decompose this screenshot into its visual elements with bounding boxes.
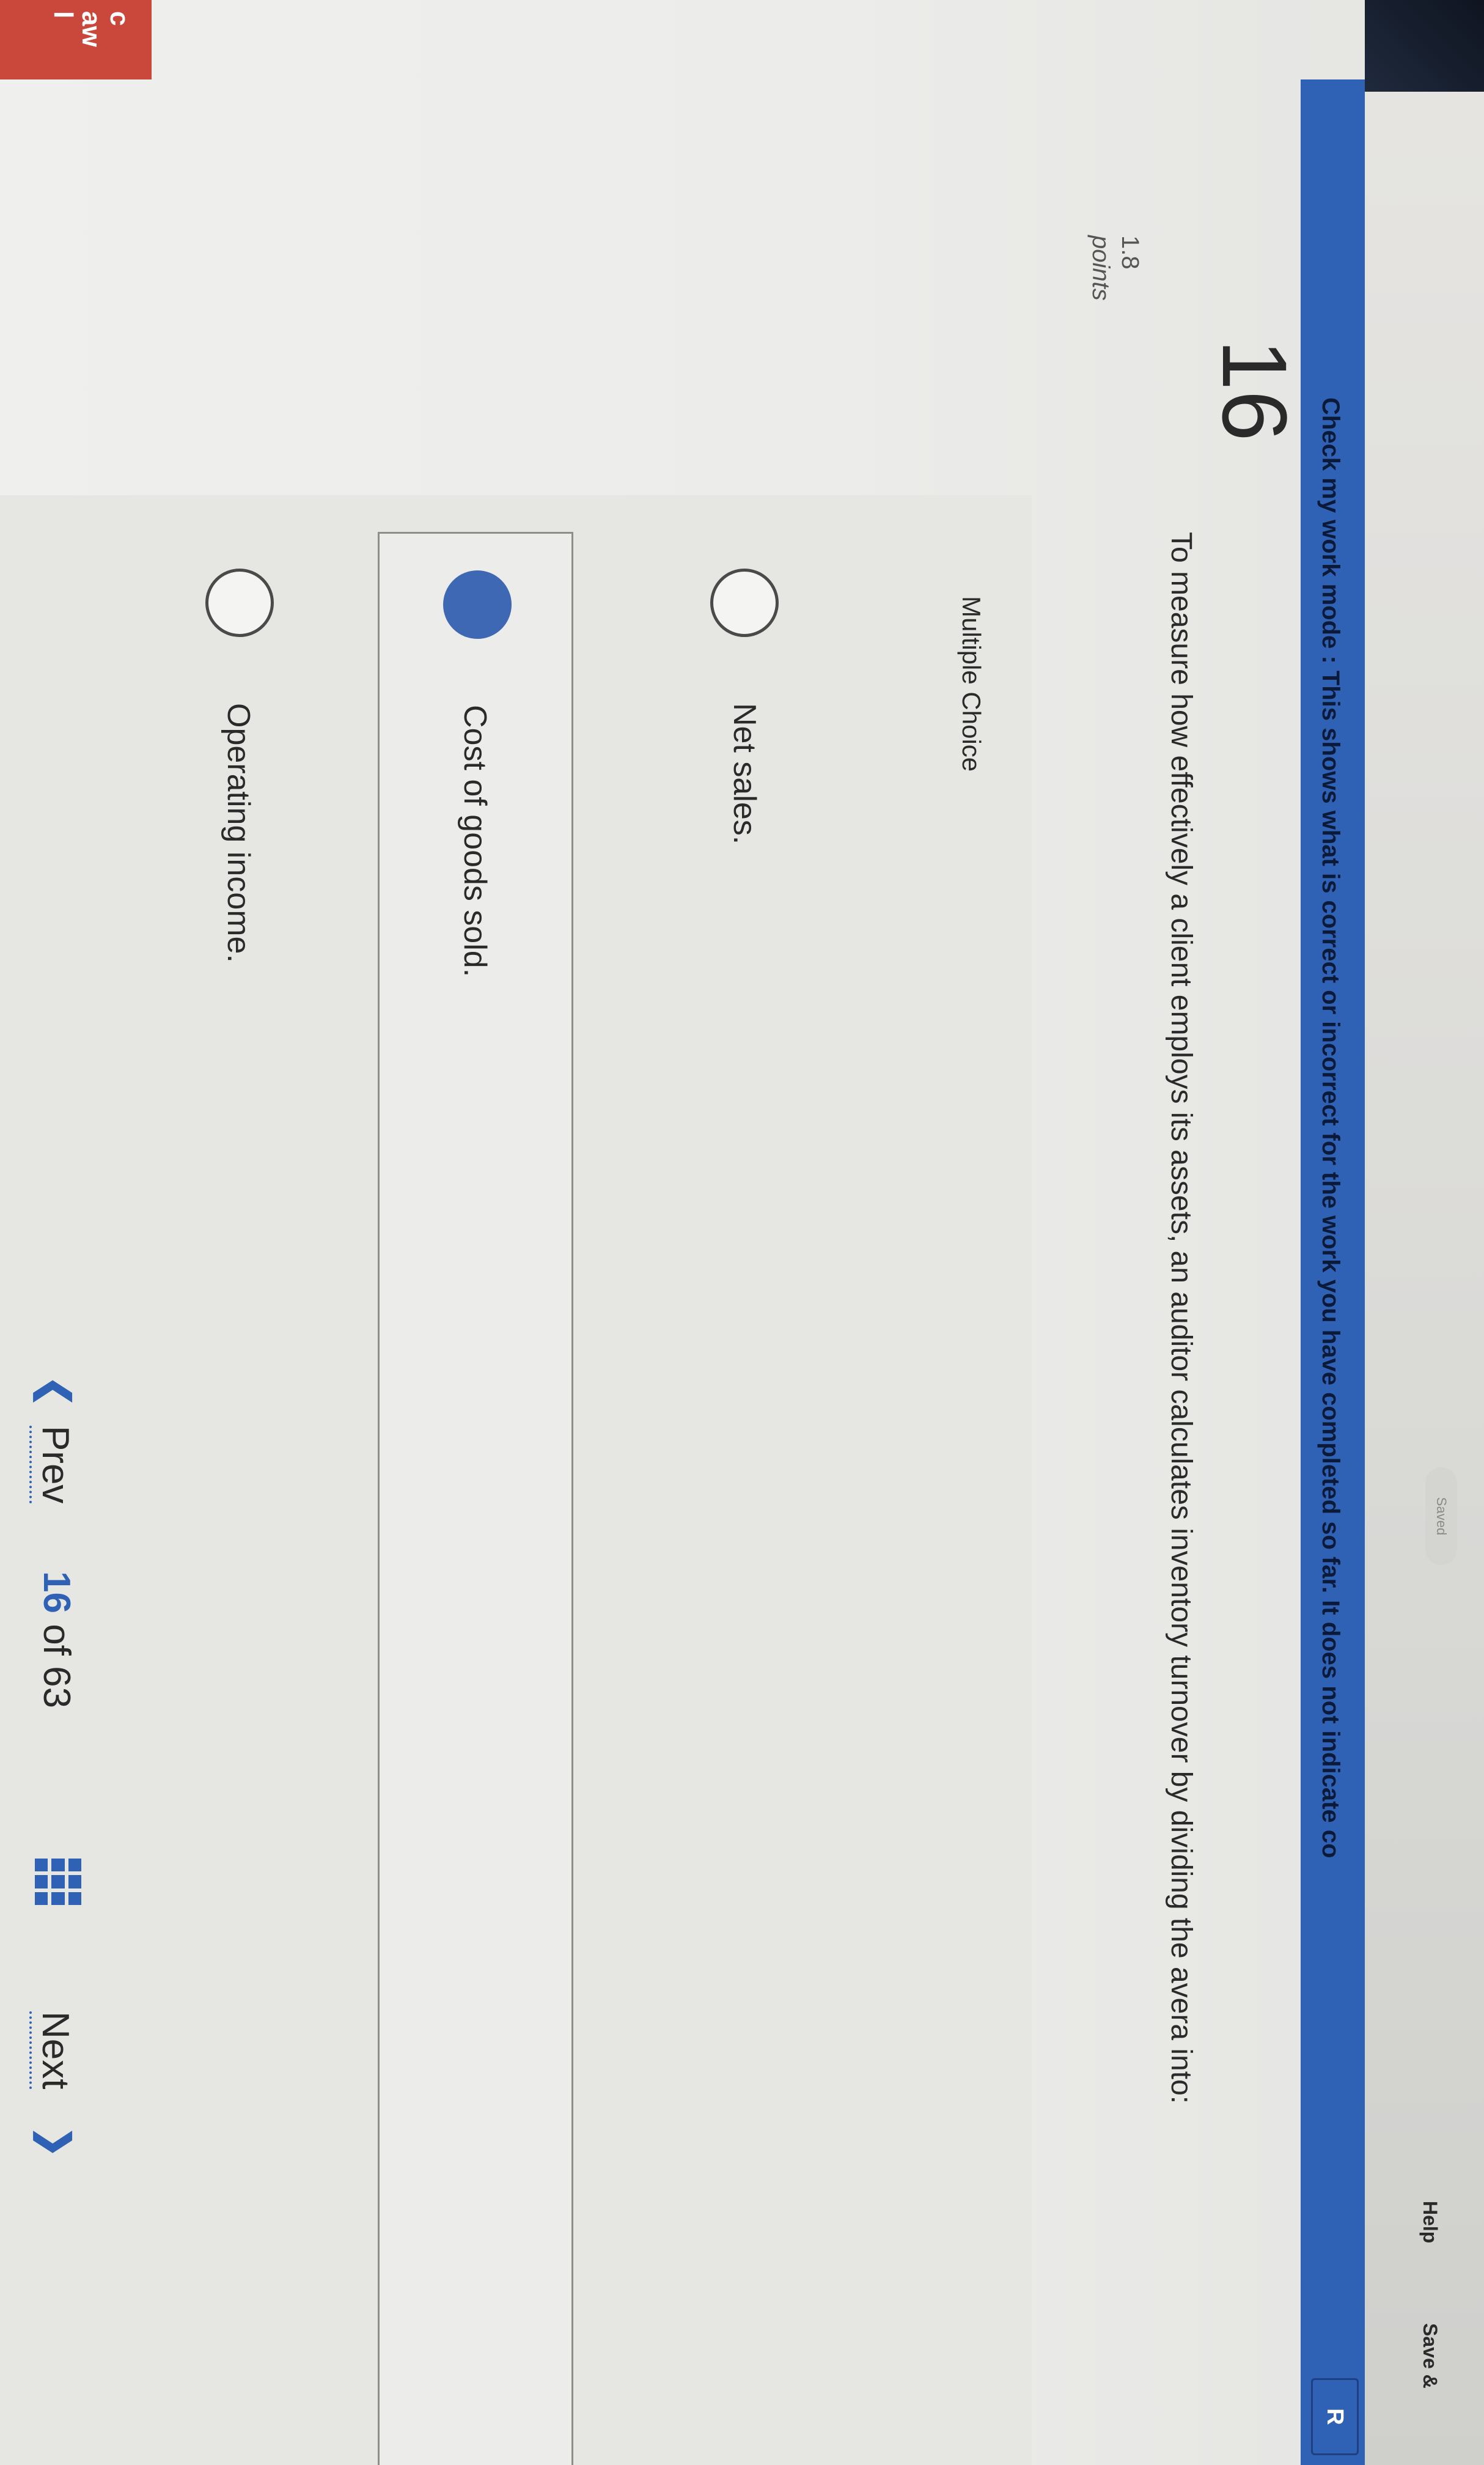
answer-option-cost-of-goods-sold[interactable]: Cost of goods sold.	[378, 532, 573, 2465]
option-label: Net sales.	[727, 703, 762, 845]
question-type-label: Multiple Choice	[957, 596, 986, 772]
logo-line-2: aw	[76, 11, 106, 47]
next-label: Next	[29, 2011, 76, 2090]
radio-button[interactable]	[710, 569, 779, 637]
question-points: 1.8 points	[1086, 235, 1145, 301]
prev-button[interactable]: ❮ Prev	[29, 1376, 78, 1504]
window-corner	[1365, 0, 1484, 92]
check-my-work-banner: Check my work mode : This shows what is …	[1301, 79, 1365, 2465]
logo-line-1: c	[105, 11, 134, 26]
total-questions: 63	[35, 1666, 78, 1709]
option-label: Operating income.	[221, 703, 256, 963]
points-unit: points	[1087, 235, 1114, 301]
option-label: Cost of goods sold.	[457, 705, 493, 978]
question-text: To measure how effectively a client empl…	[1165, 532, 1197, 2104]
radio-button-selected[interactable]	[443, 570, 512, 639]
banner-text: Check my work mode : This shows what is …	[1317, 397, 1344, 1859]
help-link[interactable]: Help	[1419, 2201, 1441, 2243]
answer-option-operating-income[interactable]: Operating income.	[139, 532, 335, 2465]
radio-button[interactable]	[205, 569, 274, 637]
top-bar: Saved Help Save &	[1365, 0, 1484, 2465]
screen: Saved Help Save & Check my work mode : T…	[0, 0, 1484, 2465]
chevron-left-icon: ❮	[34, 1376, 76, 1407]
grid-icon[interactable]	[35, 1859, 81, 1905]
current-question: 16	[35, 1571, 78, 1613]
publisher-logo: c aw l	[0, 0, 152, 79]
logo-line-3: l	[48, 11, 78, 19]
reference-button[interactable]: R	[1311, 2378, 1359, 2455]
saved-status-badge: Saved	[1425, 1467, 1457, 1565]
question-number: 16	[1203, 339, 1306, 441]
points-value: 1.8	[1117, 235, 1144, 270]
prev-label: Prev	[29, 1425, 76, 1504]
answer-option-net-sales[interactable]: Net sales.	[647, 532, 842, 2465]
counter-of: of	[35, 1624, 78, 1656]
next-button[interactable]: Next ❯	[29, 2011, 78, 2158]
question-counter: 16 of 63	[35, 1571, 78, 1708]
chevron-right-icon: ❯	[34, 2126, 76, 2158]
save-exit-link[interactable]: Save &	[1419, 2323, 1441, 2389]
